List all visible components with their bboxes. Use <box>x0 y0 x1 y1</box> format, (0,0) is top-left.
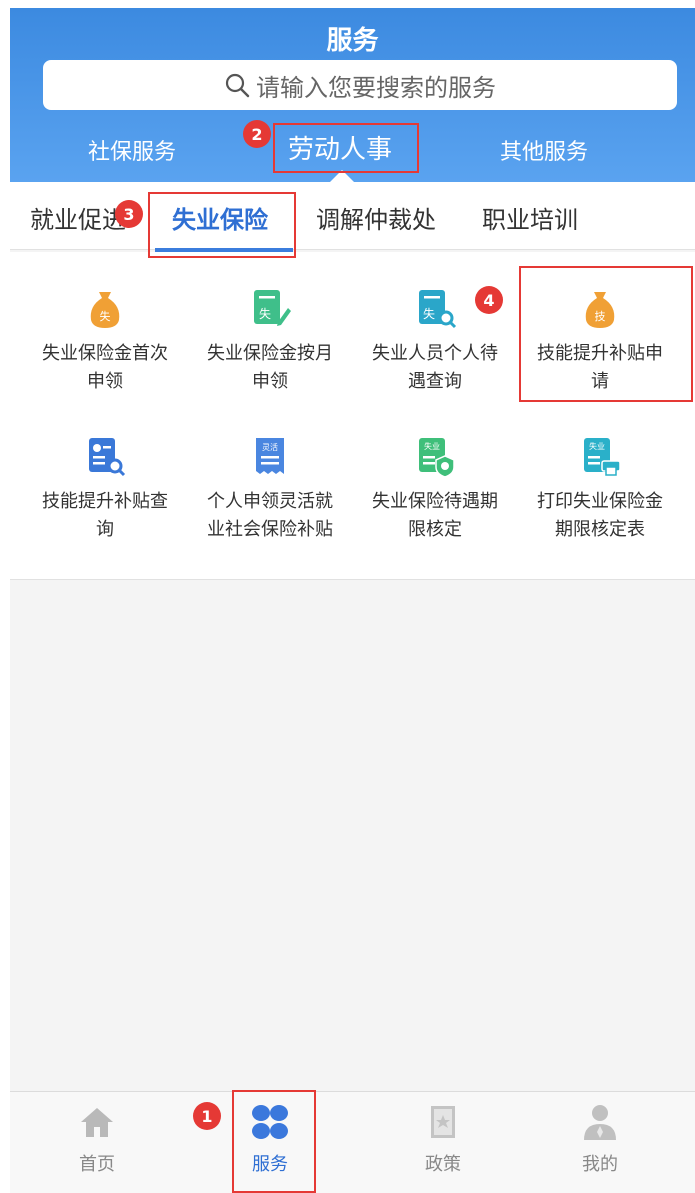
tab-social-security[interactable]: 社保服务 <box>88 134 176 166</box>
service-glyph: 失 <box>423 306 435 321</box>
money-bag-icon: 失 <box>90 292 120 328</box>
tab-other-services[interactable]: 其他服务 <box>500 134 588 166</box>
service-glyph: 失 <box>100 310 111 323</box>
subtab-employment-promotion[interactable]: 就业促进 <box>30 200 126 235</box>
annotation-badge-4: 4 <box>475 286 503 314</box>
service-label: 个人申领灵活就业社会保险补贴 <box>207 491 333 540</box>
annotation-badge-1: 1 <box>193 1102 221 1130</box>
annotation-badge-2: 2 <box>243 120 271 148</box>
app-screen: 服务 请输入您要搜索的服务 社保服务 劳动人事 其他服务 就业促进 失业保险 调… <box>10 8 695 1193</box>
printer-icon: 失业 <box>584 438 621 476</box>
tab-labor-personnel[interactable]: 劳动人事 <box>288 129 392 166</box>
service-unemployment-first-claim[interactable]: 失 失业保险金首次申领 <box>30 286 180 396</box>
service-grid: 失 失业保险金首次申领 失 失业保险金按月申领 失 失业人员个人待遇查询 技 技… <box>10 252 695 580</box>
active-tab-caret <box>330 170 354 182</box>
user-icon <box>584 1105 616 1140</box>
service-label: 技能提升补贴查询 <box>42 491 168 540</box>
service-flexible-employment-subsidy[interactable]: 灵活 个人申领灵活就业社会保险补贴 <box>195 434 345 544</box>
page-title: 服务 <box>326 26 379 56</box>
service-skill-subsidy-query[interactable]: 技能提升补贴查询 <box>30 434 180 544</box>
service-unemployment-monthly-claim[interactable]: 失 失业保险金按月申领 <box>195 286 345 396</box>
nav-services[interactable]: 服务 <box>210 1102 330 1176</box>
service-label: 失业人员个人待遇查询 <box>372 343 498 392</box>
grid-icon <box>252 1105 288 1139</box>
nav-label: 首页 <box>79 1154 115 1175</box>
service-label: 打印失业保险金期限核定表 <box>537 491 663 540</box>
form-edit-icon: 失 <box>254 290 291 326</box>
header: 服务 请输入您要搜索的服务 社保服务 劳动人事 其他服务 <box>10 8 695 182</box>
search-input[interactable]: 请输入您要搜索的服务 <box>43 60 677 110</box>
nav-home[interactable]: 首页 <box>37 1102 157 1176</box>
home-icon <box>81 1108 113 1137</box>
service-label: 失业保险金首次申领 <box>42 343 168 392</box>
id-card-search-icon <box>89 438 126 477</box>
receipt-icon: 灵活 <box>256 438 284 474</box>
annotation-badge-3: 3 <box>115 200 143 228</box>
service-print-period-form[interactable]: 失业 打印失业保险金期限核定表 <box>525 434 675 544</box>
service-glyph: 失 <box>259 306 271 321</box>
nav-label: 我的 <box>582 1154 618 1175</box>
service-label: 技能提升补贴申请 <box>537 343 663 392</box>
shield-clock-icon: 失业 <box>419 438 455 478</box>
search-icon <box>225 73 250 98</box>
service-glyph: 技 <box>595 310 606 323</box>
service-glyph: 灵活 <box>262 442 278 452</box>
subtab-vocational-training[interactable]: 职业培训 <box>482 200 578 235</box>
nav-policy[interactable]: 政策 <box>383 1102 503 1176</box>
bookmark-icon <box>431 1106 455 1138</box>
money-bag-icon: 技 <box>585 292 615 328</box>
search-placeholder: 请输入您要搜索的服务 <box>256 73 496 102</box>
service-label: 失业保险金按月申领 <box>207 343 333 392</box>
nav-label: 服务 <box>252 1154 288 1175</box>
nav-mine[interactable]: 我的 <box>540 1102 660 1176</box>
service-label: 失业保险待遇期限核定 <box>372 491 498 540</box>
subtab-mediation-arbitration[interactable]: 调解仲裁处 <box>316 200 436 235</box>
service-skill-subsidy-apply[interactable]: 技 技能提升补贴申请 <box>525 286 675 396</box>
bottom-nav: 首页 服务 政策 我的 <box>10 1091 695 1193</box>
subtab-unemployment-insurance[interactable]: 失业保险 <box>172 200 268 235</box>
service-glyph: 失业 <box>424 441 440 451</box>
service-glyph: 失业 <box>589 441 605 451</box>
service-benefit-period-verify[interactable]: 失业 失业保险待遇期限核定 <box>360 434 510 544</box>
nav-label: 政策 <box>425 1154 461 1175</box>
sub-tabs: 就业促进 失业保险 调解仲裁处 职业培训 <box>10 182 695 250</box>
form-search-icon: 失 <box>419 290 457 329</box>
